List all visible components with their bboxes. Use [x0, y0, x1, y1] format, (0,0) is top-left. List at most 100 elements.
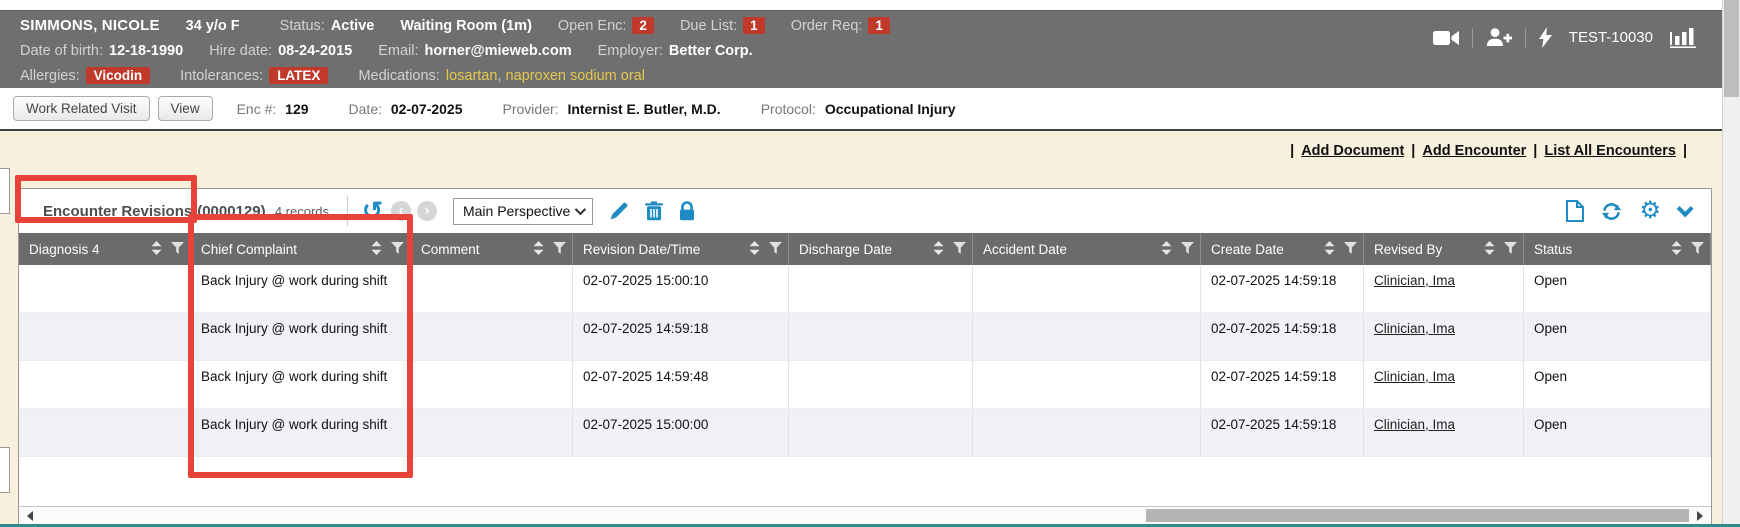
scroll-left-arrow[interactable] — [27, 511, 33, 521]
filter-funnel-icon[interactable] — [391, 242, 404, 257]
table-row[interactable]: Back Injury @ work during shift02-07-202… — [19, 361, 1711, 409]
perspective-select[interactable]: Main Perspective — [453, 198, 593, 225]
cell-chief-complaint: Back Injury @ work during shift — [191, 361, 411, 408]
link-pipe: | — [1411, 143, 1415, 159]
flowsheet-chart-icon[interactable] — [1670, 27, 1696, 48]
due-list-count-badge[interactable]: 1 — [743, 17, 765, 34]
column-header-revision-date-time[interactable]: Revision Date/Time — [573, 233, 789, 265]
column-header-diagnosis-4[interactable]: Diagnosis 4 — [19, 233, 191, 265]
sort-icon[interactable] — [533, 241, 544, 258]
column-header-chief-complaint[interactable]: Chief Complaint — [191, 233, 411, 265]
video-camera-icon[interactable] — [1433, 29, 1459, 47]
filter-funnel-icon[interactable] — [953, 242, 966, 257]
open-enc-label: Open Enc: — [558, 18, 627, 34]
cell-accident-date — [973, 265, 1201, 312]
filter-funnel-icon[interactable] — [171, 242, 184, 257]
cell-comment — [411, 313, 573, 360]
column-header-create-date[interactable]: Create Date — [1201, 233, 1364, 265]
horizontal-scrollbar[interactable] — [19, 506, 1711, 524]
hire-date-label: Hire date: — [209, 43, 272, 59]
work-related-visit-button[interactable]: Work Related Visit — [13, 96, 150, 121]
sort-icon[interactable] — [749, 241, 760, 258]
open-enc-count-badge[interactable]: 2 — [632, 17, 654, 34]
table-row[interactable]: Back Injury @ work during shift02-07-202… — [19, 409, 1711, 457]
status-label: Status: — [280, 18, 325, 34]
action-link-list-all-encounters[interactable]: List All Encounters — [1544, 143, 1676, 159]
filter-funnel-icon[interactable] — [553, 242, 566, 257]
sort-icon[interactable] — [1161, 241, 1172, 258]
sort-icon[interactable] — [933, 241, 944, 258]
lock-icon[interactable] — [679, 201, 695, 221]
cell-comment — [411, 361, 573, 408]
edit-pencil-icon[interactable] — [609, 201, 629, 221]
filter-funnel-icon[interactable] — [1344, 242, 1357, 257]
horizontal-scrollbar-thumb[interactable] — [1146, 509, 1689, 522]
cell-create-date: 02-07-2025 14:59:18 — [1201, 313, 1364, 360]
revised-by-link[interactable]: Clinician, Ima — [1374, 369, 1455, 384]
scroll-right-arrow[interactable] — [1697, 511, 1703, 521]
person-add-icon[interactable] — [1486, 28, 1512, 47]
column-header-accident-date[interactable]: Accident Date — [973, 233, 1201, 265]
allergy-badge[interactable]: Vicodin — [86, 67, 151, 84]
filter-funnel-icon[interactable] — [1691, 242, 1704, 257]
table-body: Back Injury @ work during shift 02-07-202… — [19, 265, 1711, 457]
vertical-scrollbar[interactable] — [1722, 0, 1740, 527]
new-document-icon[interactable] — [1566, 200, 1584, 222]
cell-status: Open — [1524, 265, 1711, 312]
grid-record-count: , 4 records — [268, 204, 329, 219]
column-header-status[interactable]: Status — [1524, 233, 1711, 265]
sort-icon[interactable] — [1324, 241, 1335, 258]
revised-by-link[interactable]: Clinician, Ima — [1374, 321, 1455, 336]
enc-date-label: Date: — [349, 101, 382, 117]
medication-item[interactable]: losartan — [446, 68, 498, 84]
table-row[interactable]: Back Injury @ work during shift02-07-202… — [19, 265, 1711, 313]
table-row[interactable]: Back Injury @ work during shift02-07-202… — [19, 313, 1711, 361]
chevron-down-icon — [575, 204, 586, 215]
cell-revision-date-time: 02-07-2025 15:00:10 — [573, 265, 789, 312]
settings-gear-icon[interactable]: ⚙ — [1639, 200, 1661, 222]
cell-revision-date-time: 02-07-2025 14:59:18 — [573, 313, 789, 360]
allergies-label: Allergies: — [20, 68, 80, 84]
link-pipe: | — [1683, 143, 1687, 159]
employer-value: Better Corp. — [669, 43, 753, 59]
patient-name: SIMMONS, NICOLE — [20, 17, 160, 34]
medication-item[interactable]: naproxen sodium oral — [506, 68, 645, 84]
action-link-add-encounter[interactable]: Add Encounter — [1422, 143, 1526, 159]
lightning-bolt-icon[interactable] — [1539, 27, 1552, 48]
previous-icon[interactable]: ‹ — [391, 201, 411, 221]
column-header-discharge-date[interactable]: Discharge Date — [789, 233, 973, 265]
sort-icon[interactable] — [371, 241, 382, 258]
view-button[interactable]: View — [158, 96, 213, 121]
action-link-add-document[interactable]: Add Document — [1301, 143, 1404, 159]
cell-discharge-date — [789, 265, 973, 312]
filter-funnel-icon[interactable] — [1181, 242, 1194, 257]
filter-funnel-icon[interactable] — [769, 242, 782, 257]
trash-icon[interactable] — [645, 201, 663, 221]
column-header-revised-by[interactable]: Revised By — [1364, 233, 1524, 265]
status-value: Active — [331, 18, 375, 34]
sort-icon[interactable] — [151, 241, 162, 258]
collapse-chevron-icon[interactable] — [1677, 205, 1689, 217]
column-header-comment[interactable]: Comment — [411, 233, 573, 265]
column-header-label: Chief Complaint — [201, 242, 367, 257]
grid-title-id[interactable]: (0000129) — [197, 203, 265, 220]
revised-by-link[interactable]: Clinician, Ima — [1374, 273, 1455, 288]
order-req-count-badge[interactable]: 1 — [868, 17, 890, 34]
next-icon[interactable]: › — [417, 201, 437, 221]
revised-by-link[interactable]: Clinician, Ima — [1374, 417, 1455, 432]
sort-icon[interactable] — [1484, 241, 1495, 258]
dob-value: 12-18-1990 — [109, 43, 183, 59]
sort-icon[interactable] — [1671, 241, 1682, 258]
refresh-icon[interactable] — [1600, 201, 1623, 222]
order-req-label: Order Req: — [791, 18, 863, 34]
intolerance-badge[interactable]: LATEX — [269, 67, 328, 84]
filter-funnel-icon[interactable] — [1504, 242, 1517, 257]
vertical-scrollbar-thumb[interactable] — [1724, 0, 1739, 97]
undo-icon[interactable]: ↺ — [362, 201, 383, 221]
column-header-label: Revised By — [1374, 242, 1480, 257]
column-header-label: Diagnosis 4 — [29, 242, 147, 257]
encounter-bar: Work Related VisitView Enc #: 129 Date: … — [0, 88, 1722, 131]
waiting-room[interactable]: Waiting Room (1m) — [400, 18, 532, 34]
window-edge-artifact — [0, 168, 10, 214]
email-value: horner@mieweb.com — [425, 43, 572, 59]
